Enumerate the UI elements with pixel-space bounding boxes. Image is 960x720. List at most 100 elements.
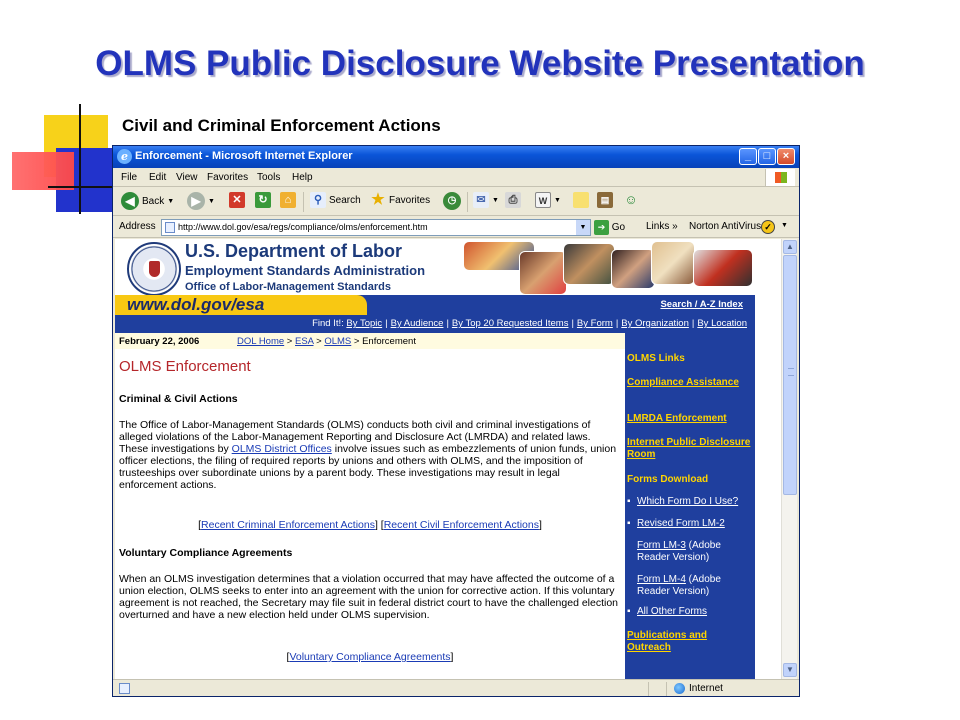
mail-button[interactable]: ✉ ▼ xyxy=(473,192,499,212)
research-icon: ▤ xyxy=(597,192,613,208)
menu-help[interactable]: Help xyxy=(292,172,313,183)
messenger-button[interactable]: ☺ xyxy=(623,192,639,212)
minimize-button[interactable]: _ xyxy=(739,148,757,165)
menu-tools[interactable]: Tools xyxy=(257,172,280,183)
sidebar-form-lm4: ▪ Form LM-4 (Adobe Reader Version) xyxy=(617,574,721,597)
esa-agency-name: Employment Standards Administration xyxy=(185,263,426,278)
search-button[interactable]: ⚲ Search xyxy=(310,192,361,212)
header-photo xyxy=(611,249,655,289)
norton-antivirus-label[interactable]: Norton AntiVirus xyxy=(689,221,761,232)
findit-by-top20[interactable]: By Top 20 Requested Items xyxy=(452,318,569,329)
findit-by-organization[interactable]: By Organization xyxy=(621,318,689,329)
deco-horizontal-line xyxy=(48,186,118,188)
scroll-down-icon[interactable]: ▼ xyxy=(783,663,797,677)
search-az-index-link[interactable]: Search / A-Z Index xyxy=(660,299,743,310)
links-button[interactable]: Links » xyxy=(646,221,678,232)
main-content: OLMS Enforcement Criminal & Civil Action… xyxy=(115,349,625,679)
slide: OLMS Public Disclosure Website Presentat… xyxy=(0,0,960,720)
browser-window: e Enforcement - Microsoft Internet Explo… xyxy=(112,145,800,697)
slide-subtitle: Civil and Criminal Enforcement Actions xyxy=(122,116,441,135)
address-url: http://www.dol.gov/esa/regs/compliance/o… xyxy=(178,222,428,232)
sidebar-which-form: ▪ Which Form Do I Use? xyxy=(627,496,739,507)
address-dropdown-icon[interactable]: ▼ xyxy=(576,220,590,235)
search-icon: ⚲ xyxy=(310,192,326,208)
go-button[interactable]: ➔ Go xyxy=(594,220,625,235)
header-photo xyxy=(519,251,567,295)
windows-flag-icon xyxy=(765,169,795,186)
status-bar: Internet xyxy=(113,679,799,696)
sidebar-forms-download-heading: Forms Download xyxy=(627,474,709,485)
discuss-button[interactable] xyxy=(573,192,589,212)
research-button[interactable]: ▤ xyxy=(597,192,613,212)
page-viewport: U.S. Department of Labor Employment Stan… xyxy=(115,239,781,679)
back-arrow-icon: ◀ xyxy=(121,192,139,210)
breadcrumb-olms[interactable]: OLMS xyxy=(324,336,351,347)
refresh-icon: ↻ xyxy=(255,192,271,208)
sidebar-internet-public-disclosure[interactable]: Internet Public Disclosure Room xyxy=(627,437,753,461)
forward-button[interactable]: ▶ ▼ xyxy=(187,192,215,212)
findit-by-form[interactable]: By Form xyxy=(577,318,613,329)
slide-title: OLMS Public Disclosure Website Presentat… xyxy=(95,44,865,83)
window-title: Enforcement - Microsoft Internet Explore… xyxy=(135,150,353,162)
vca-link[interactable]: Voluntary Compliance Agreements xyxy=(289,651,450,663)
find-it-label: Find It!: xyxy=(312,318,344,329)
sidebar: OLMS Links Compliance Assistance LMRDA E… xyxy=(617,333,755,679)
menu-file[interactable]: File xyxy=(121,172,137,183)
header-photo xyxy=(563,243,615,285)
print-button[interactable]: ⎙ xyxy=(505,192,521,212)
scroll-up-icon[interactable]: ▲ xyxy=(783,240,797,254)
home-icon: ⌂ xyxy=(280,192,296,208)
deco-vertical-line xyxy=(79,104,81,214)
page-heading: OLMS Enforcement xyxy=(119,358,251,375)
menu-edit[interactable]: Edit xyxy=(149,172,166,183)
sidebar-olms-links-heading: OLMS Links xyxy=(627,353,685,364)
maximize-button[interactable]: □ xyxy=(758,148,776,165)
recent-criminal-link[interactable]: Recent Criminal Enforcement Actions xyxy=(201,519,375,531)
olms-district-offices-link[interactable]: OLMS District Offices xyxy=(232,443,332,455)
sidebar-lmrda-enforcement[interactable]: LMRDA Enforcement xyxy=(627,413,753,425)
header-photo xyxy=(693,249,753,287)
vertical-scrollbar[interactable]: ▲ ▼ xyxy=(781,239,797,679)
home-button[interactable]: ⌂ xyxy=(280,192,296,212)
dol-header: U.S. Department of Labor Employment Stan… xyxy=(115,239,781,296)
breadcrumb-esa[interactable]: ESA xyxy=(295,336,314,347)
findit-by-topic[interactable]: By Topic xyxy=(346,318,382,329)
links-chevron-icon: » xyxy=(672,221,678,232)
internet-zone-icon xyxy=(674,683,685,694)
go-arrow-icon: ➔ xyxy=(594,220,609,235)
page-date: February 22, 2006 xyxy=(119,336,200,347)
breadcrumb-dol-home[interactable]: DOL Home xyxy=(237,336,284,347)
findit-by-location[interactable]: By Location xyxy=(697,318,747,329)
breadcrumb-current: Enforcement xyxy=(362,336,416,347)
close-button[interactable]: × xyxy=(777,148,795,165)
norton-icon[interactable]: ✓ xyxy=(761,220,775,234)
section-vca-text: When an OLMS investigation determines th… xyxy=(119,573,619,621)
breadcrumb: DOL Home > ESA > OLMS > Enforcement xyxy=(237,336,416,347)
refresh-button[interactable]: ↻ xyxy=(255,192,271,212)
favorites-button[interactable]: ★ Favorites xyxy=(370,192,430,212)
dol-seal-logo xyxy=(127,242,181,296)
back-dropdown-icon[interactable]: ▼ xyxy=(167,198,174,205)
edit-button[interactable]: W ▼ xyxy=(535,192,561,212)
stop-icon: ✕ xyxy=(229,192,245,208)
scroll-thumb[interactable] xyxy=(783,255,797,495)
header-photo xyxy=(651,241,695,285)
findit-by-audience[interactable]: By Audience xyxy=(391,318,444,329)
norton-dropdown-icon[interactable]: ▼ xyxy=(781,222,788,229)
address-input[interactable]: http://www.dol.gov/esa/regs/compliance/o… xyxy=(161,219,591,236)
print-icon: ⎙ xyxy=(505,192,521,208)
history-button[interactable]: ◷ xyxy=(443,192,461,212)
menu-favorites[interactable]: Favorites xyxy=(207,172,248,183)
sidebar-compliance-assistance[interactable]: Compliance Assistance xyxy=(627,377,753,389)
recent-civil-link[interactable]: Recent Civil Enforcement Actions xyxy=(384,519,539,531)
back-button[interactable]: ◀ Back ▼ xyxy=(121,192,174,212)
title-bar[interactable]: e Enforcement - Microsoft Internet Explo… xyxy=(113,146,799,168)
sidebar-publications-outreach[interactable]: Publications and Outreach xyxy=(627,630,753,654)
site-url-bar: www.dol.gov/esa Search / A-Z Index xyxy=(115,295,755,315)
sidebar-all-other-forms: ▪ All Other Forms xyxy=(627,606,708,617)
stop-button[interactable]: ✕ xyxy=(229,192,245,212)
menu-view[interactable]: View xyxy=(176,172,198,183)
section-criminal-civil-text: The Office of Labor-Management Standards… xyxy=(119,419,617,491)
site-url[interactable]: www.dol.gov/esa xyxy=(115,295,367,315)
address-label: Address xyxy=(119,221,156,232)
